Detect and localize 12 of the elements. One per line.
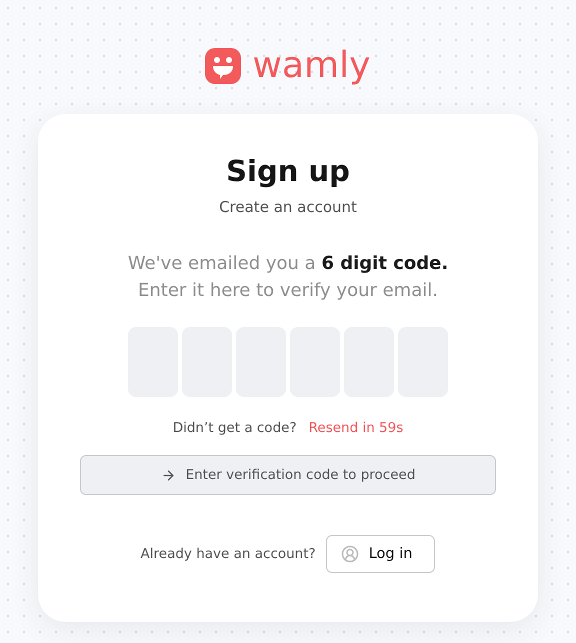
resend-prompt: Didn’t get a code?: [172, 420, 297, 436]
user-icon: [340, 545, 359, 563]
wordmark: wamly: [252, 46, 370, 86]
card-subtitle: Create an account: [219, 198, 357, 216]
login-prompt: Already have an account?: [140, 546, 316, 562]
resend-link[interactable]: Resend in 59s: [308, 420, 404, 436]
instruction-text: Enter it here to verify your email.: [137, 279, 439, 303]
speech-bubble-logo-icon: [202, 46, 243, 86]
card-title: Sign up: [226, 154, 350, 188]
arrow-icon: [160, 468, 176, 482]
login-button[interactable]: Log in: [326, 535, 436, 573]
instruction-text: We've emailed you a 6 digit code.: [128, 252, 448, 276]
